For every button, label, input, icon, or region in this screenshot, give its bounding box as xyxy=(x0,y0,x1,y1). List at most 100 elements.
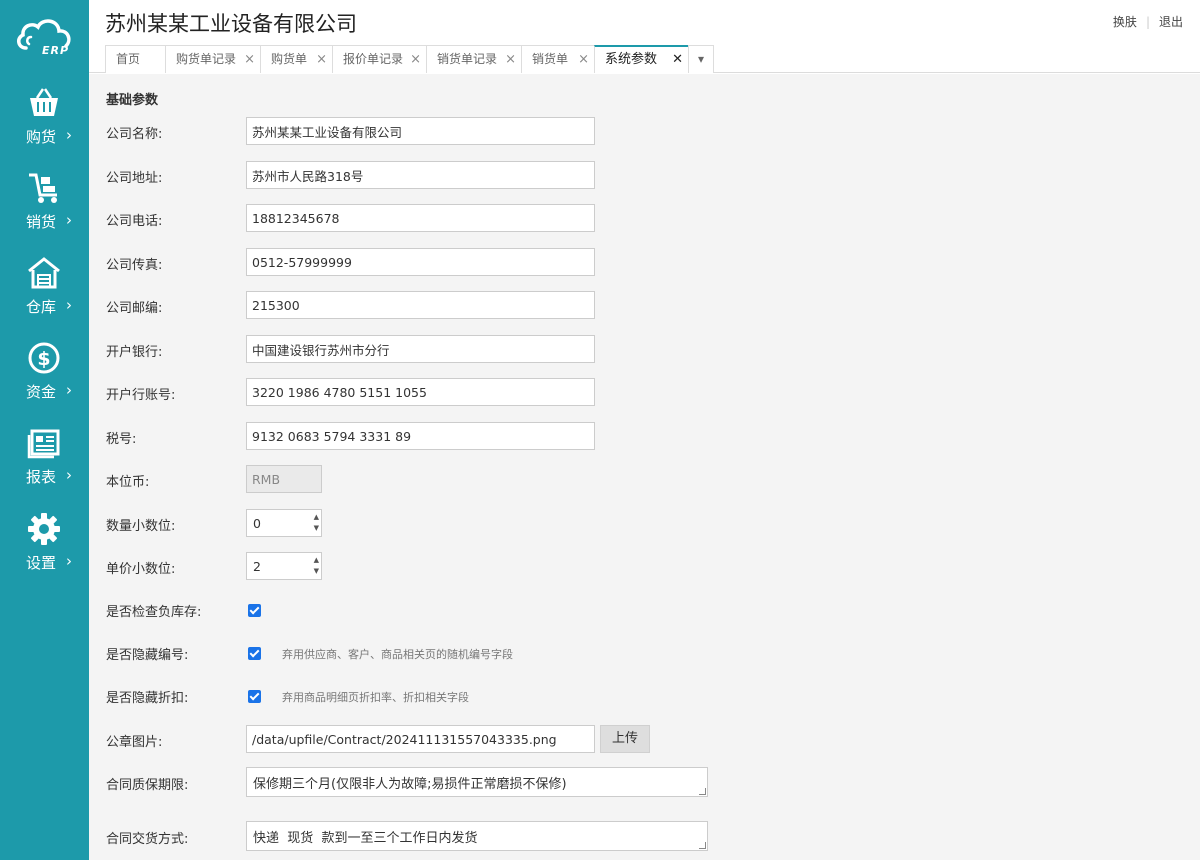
field-label: 开户行账号: xyxy=(106,388,176,403)
form-row-qty-decimals: 数量小数位: 0 ▲ ▼ xyxy=(106,509,1006,539)
field-label: 公司电话: xyxy=(106,214,163,229)
field-label: 公司传真: xyxy=(106,258,163,273)
form-row-check-negative-stock: 是否检查负库存: xyxy=(106,595,1006,625)
form-row-bank-account: 开户行账号: xyxy=(106,378,1006,408)
form-row-company-phone: 公司电话: xyxy=(106,204,1006,234)
form-row-company-name: 公司名称: xyxy=(106,117,1006,147)
basket-icon xyxy=(30,88,58,116)
hide-code-checkbox[interactable] xyxy=(248,647,261,660)
skin-link[interactable]: 换肤 xyxy=(1113,15,1137,29)
field-label: 单价小数位: xyxy=(106,562,176,577)
price-decimals-stepper[interactable]: 2 ▲ ▼ xyxy=(246,552,322,580)
sidebar-item-label: 报表 xyxy=(26,468,57,486)
form-row-hide-discount: 是否隐藏折扣: 弃用商品明细页折扣率、折扣相关字段 xyxy=(106,681,1006,711)
resize-grip-icon[interactable] xyxy=(699,788,706,795)
tab-sales-records[interactable]: 销货单记录 × xyxy=(426,45,522,73)
tab-purchase-records[interactable]: 购货单记录 × xyxy=(165,45,261,73)
sidebar-item-warehouse[interactable]: 仓库 › xyxy=(0,256,89,341)
tab-sales-order[interactable]: 销货单 × xyxy=(521,45,595,73)
close-icon[interactable]: × xyxy=(244,46,255,73)
form-row-company-address: 公司地址: xyxy=(106,161,1006,191)
logout-link[interactable]: 退出 xyxy=(1159,15,1183,29)
tax-id-input[interactable] xyxy=(246,422,595,450)
chevron-right-icon: › xyxy=(66,466,72,484)
sidebar-item-label: 设置 xyxy=(26,554,57,572)
tab-system-params[interactable]: 系统参数 ✕ xyxy=(594,45,689,73)
tab-label: 报价单记录 xyxy=(343,52,404,66)
tab-quote-records[interactable]: 报价单记录 × xyxy=(332,45,427,73)
sidebar: ERP 购货 › 销货 › 仓库 › $ 资金 › 报表 › 设置 › xyxy=(0,0,89,860)
field-label: 公章图片: xyxy=(106,735,163,750)
company-name-input[interactable] xyxy=(246,117,595,145)
field-label: 合同质保期限: xyxy=(106,778,189,793)
chevron-right-icon: › xyxy=(66,126,72,144)
field-label: 合同交货方式: xyxy=(106,832,189,847)
sidebar-item-settings[interactable]: 设置 › xyxy=(0,512,89,597)
tab-bar: 首页 购货单记录 × 购货单 × 报价单记录 × 销货单记录 × 销货单 × 系… xyxy=(105,45,714,73)
tab-purchase-order[interactable]: 购货单 × xyxy=(260,45,333,73)
main-content: 基础参数 公司名称: 公司地址: 公司电话: 公司传真: 公司邮编: 开户银行:… xyxy=(89,74,1200,860)
check-negative-stock-checkbox[interactable] xyxy=(248,604,261,617)
sidebar-item-reports[interactable]: 报表 › xyxy=(0,426,89,511)
top-links: 换肤 | 退出 xyxy=(1113,13,1183,30)
sidebar-item-purchase[interactable]: 购货 › xyxy=(0,86,89,171)
company-fax-input[interactable] xyxy=(246,248,595,276)
warehouse-icon xyxy=(28,257,60,289)
close-icon[interactable]: ✕ xyxy=(672,47,683,72)
caret-down-icon[interactable]: ▼ xyxy=(314,566,319,577)
tab-label: 购货单记录 xyxy=(176,52,237,66)
field-hint: 弃用商品明细页折扣率、折扣相关字段 xyxy=(282,691,469,704)
form-row-currency: 本位币: xyxy=(106,465,1006,495)
tab-label: 购货单 xyxy=(271,52,308,66)
caret-up-icon[interactable]: ▲ xyxy=(314,512,319,523)
chevron-right-icon: › xyxy=(66,381,72,399)
page-title: 苏州某某工业设备有限公司 xyxy=(105,12,357,36)
chevron-right-icon: › xyxy=(66,211,72,229)
field-label: 开户银行: xyxy=(106,345,163,360)
sidebar-item-label: 销货 xyxy=(26,213,57,231)
delivery-textarea[interactable]: 快递 现货 款到一至三个工作日内发货 xyxy=(246,821,708,851)
company-zip-input[interactable] xyxy=(246,291,595,319)
close-icon[interactable]: × xyxy=(505,46,516,73)
form-row-company-zip: 公司邮编: xyxy=(106,291,1006,321)
company-address-input[interactable] xyxy=(246,161,595,189)
resize-grip-icon[interactable] xyxy=(699,842,706,849)
bank-input[interactable] xyxy=(246,335,595,363)
logo-text: ERP xyxy=(42,44,70,57)
warranty-textarea[interactable]: 保修期三个月(仅限非人为故障;易损件正常磨损不保修) xyxy=(246,767,708,797)
sidebar-item-label: 仓库 xyxy=(26,298,57,316)
form-row-price-decimals: 单价小数位: 2 ▲ ▼ xyxy=(106,552,1006,582)
sidebar-item-label: 资金 xyxy=(26,383,57,401)
bank-account-input[interactable] xyxy=(246,378,595,406)
currency-input xyxy=(246,465,322,493)
field-label: 税号: xyxy=(106,432,137,447)
close-icon[interactable]: × xyxy=(410,46,421,73)
divider: | xyxy=(1145,15,1150,29)
cart-icon xyxy=(29,173,57,203)
field-hint: 弃用供应商、客户、商品相关页的随机编号字段 xyxy=(282,648,513,661)
seal-image-path-input[interactable] xyxy=(246,725,595,753)
tab-dropdown-button[interactable]: ▾ xyxy=(688,45,714,73)
tab-home[interactable]: 首页 xyxy=(105,45,166,73)
tab-label: 销货单 xyxy=(532,52,569,66)
sidebar-item-sales[interactable]: 销货 › xyxy=(0,171,89,256)
stepper-arrows[interactable]: ▲ ▼ xyxy=(314,555,319,577)
field-label: 公司地址: xyxy=(106,171,163,186)
stepper-arrows[interactable]: ▲ ▼ xyxy=(314,512,319,534)
chevron-right-icon: › xyxy=(66,296,72,314)
dollar-icon: $ xyxy=(28,342,60,374)
stepper-value: 0 xyxy=(253,516,261,531)
form-row-warranty: 合同质保期限: 保修期三个月(仅限非人为故障;易损件正常磨损不保修) xyxy=(106,767,1006,797)
caret-up-icon[interactable]: ▲ xyxy=(314,555,319,566)
close-icon[interactable]: × xyxy=(316,46,327,73)
caret-down-icon[interactable]: ▼ xyxy=(314,523,319,534)
hide-discount-checkbox[interactable] xyxy=(248,690,261,703)
company-phone-input[interactable] xyxy=(246,204,595,232)
close-icon[interactable]: × xyxy=(578,46,589,73)
sidebar-item-funds[interactable]: $ 资金 › xyxy=(0,341,89,426)
qty-decimals-stepper[interactable]: 0 ▲ ▼ xyxy=(246,509,322,537)
upload-button[interactable]: 上传 xyxy=(600,725,650,753)
textarea-value: 快递 现货 款到一至三个工作日内发货 xyxy=(253,831,478,846)
tab-label: 系统参数 xyxy=(605,52,658,67)
header: 苏州某某工业设备有限公司 换肤 | 退出 首页 购货单记录 × 购货单 × 报价单记… xyxy=(89,0,1200,73)
